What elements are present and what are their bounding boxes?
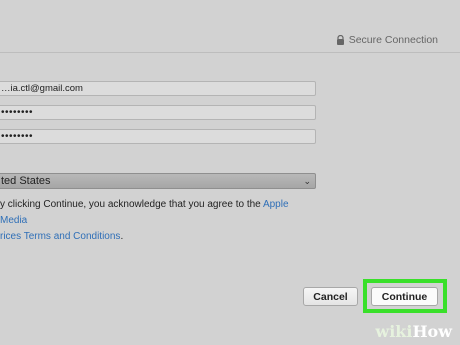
lock-icon	[336, 35, 344, 45]
terms-prefix: y clicking Continue, you acknowledge tha…	[0, 199, 263, 210]
terms-text: y clicking Continue, you acknowledge tha…	[0, 197, 310, 245]
continue-button[interactable]: Continue	[371, 287, 438, 306]
wikihow-watermark: wikiHow	[375, 322, 452, 341]
email-field[interactable]: …ia.ctl@gmail.com	[0, 81, 316, 96]
watermark-how: How	[412, 322, 452, 341]
secure-connection: Secure Connection	[336, 34, 438, 46]
password-field[interactable]: ••••••••	[0, 105, 316, 120]
country-select-value: ted States	[1, 175, 51, 187]
secure-connection-label: Secure Connection	[348, 34, 438, 46]
terms-suffix: .	[120, 231, 124, 242]
chevron-down-icon: ⌄	[303, 176, 311, 186]
divider	[0, 52, 460, 53]
country-select[interactable]: ted States ⌄	[0, 173, 316, 189]
verify-password-field[interactable]: ••••••••	[0, 129, 316, 144]
watermark-wiki: wiki	[375, 322, 413, 341]
cancel-button[interactable]: Cancel	[303, 287, 358, 306]
terms-conditions-link[interactable]: rices Terms and Conditions	[0, 231, 120, 242]
